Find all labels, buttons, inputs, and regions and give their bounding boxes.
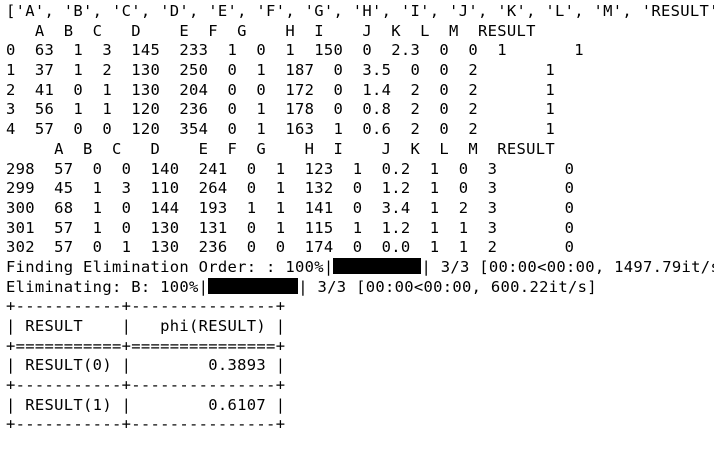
progress-label: Finding Elimination Order: : 100%| bbox=[6, 257, 334, 276]
factor-table-row: | RESULT(0) | 0.3893 | bbox=[6, 356, 286, 375]
tail-table-row: 301 57 1 0 130 131 0 1 115 1 1.2 1 1 3 0 bbox=[6, 218, 575, 237]
tail-table-row: 299 45 1 3 110 264 0 1 132 0 1.2 1 0 3 0 bbox=[6, 179, 575, 198]
head-table-header: A B C D E F G H I J K L M RESULT bbox=[6, 21, 536, 40]
head-table-row: 2 41 0 1 130 204 0 0 172 0 1.4 2 0 2 1 bbox=[6, 80, 556, 99]
progress-bar-fill bbox=[333, 257, 422, 274]
tail-table-header: A B C D E F G H I J K L M RESULT bbox=[6, 139, 556, 158]
factor-table-row: | RESULT(1) | 0.6107 | bbox=[6, 395, 286, 414]
factor-table-border: +-----------+---------------+ bbox=[6, 376, 286, 395]
tail-table-row: 302 57 0 1 130 236 0 0 174 0 0.0 1 1 2 0 bbox=[6, 238, 575, 257]
head-table-row: 0 63 1 3 145 233 1 0 1 150 0 2.3 0 0 1 1 bbox=[6, 41, 584, 60]
progress-line-elimination-order: Finding Elimination Order: : 100%| | 3/3 … bbox=[6, 257, 714, 278]
tail-table-row: 298 57 0 0 140 241 0 1 123 1 0.2 1 0 3 0 bbox=[6, 159, 575, 178]
progress-bar-fill bbox=[208, 277, 299, 294]
progress-line-eliminating: Eliminating: B: 100%| | 3/3 [00:00<00:00,… bbox=[6, 277, 714, 298]
progress-stats: | 3/3 [00:00<00:00, 600.22it/s] bbox=[298, 277, 597, 296]
head-table-row: 1 37 1 2 130 250 0 1 187 0 3.5 0 0 2 1 bbox=[6, 61, 556, 80]
factor-table-header: | RESULT | phi(RESULT) | bbox=[6, 317, 286, 335]
console-output: ['A', 'B', 'C', 'D', 'E', 'F', 'G', 'H',… bbox=[6, 2, 714, 435]
head-table-row: 3 56 1 1 120 236 0 1 178 0 0.8 2 0 2 1 bbox=[6, 100, 556, 119]
factor-table-border: +-----------+---------------+ bbox=[6, 297, 286, 316]
column-list-line: ['A', 'B', 'C', 'D', 'E', 'F', 'G', 'H',… bbox=[6, 2, 714, 20]
head-table-row: 4 57 0 0 120 354 0 1 163 1 0.6 2 0 2 1 bbox=[6, 120, 556, 139]
factor-table-border: +===========+===============+ bbox=[6, 336, 286, 355]
progress-stats: | 3/3 [00:00<00:00, 1497.79it/s] bbox=[421, 257, 714, 276]
tail-table-row: 300 68 1 0 144 193 1 1 141 0 3.4 1 2 3 0 bbox=[6, 198, 575, 217]
factor-table-border: +-----------+---------------+ bbox=[6, 415, 286, 434]
progress-label: Eliminating: B: 100%| bbox=[6, 277, 209, 296]
